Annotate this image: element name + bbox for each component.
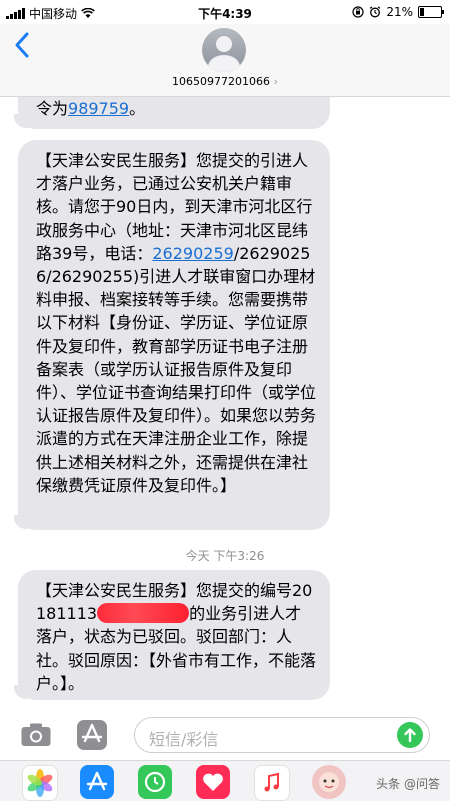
digital-touch-app-icon[interactable] (196, 765, 230, 799)
avatar-body (208, 55, 240, 72)
message-bubble[interactable]: 【天津公安民生服务】您提交的编号20181113 的业务引进人才落户，状态为已驳回… (18, 570, 330, 700)
status-bar: 中国移动 下午4:39 21% (0, 0, 450, 24)
app-store-icon[interactable] (76, 719, 108, 751)
music-app-icon[interactable] (254, 765, 290, 801)
heart-icon (203, 773, 223, 791)
app-store-drawer-icon[interactable] (80, 765, 114, 799)
message-timestamp: 今天 下午3:26 (185, 549, 265, 563)
sticker-app-icon[interactable] (312, 765, 346, 799)
photos-app-icon[interactable] (22, 765, 58, 801)
bubble-tail (14, 685, 28, 699)
camera-icon[interactable] (20, 722, 52, 748)
send-button[interactable] (397, 722, 423, 748)
contact-number: 10650977201066 (172, 75, 271, 88)
sticker-face-icon (319, 772, 339, 792)
message-bubble[interactable]: 【天津公安民生服务】您提交的引进人才落户业务，已通过公安机关户籍审核。请您于90… (18, 140, 330, 530)
alarm-icon (369, 6, 381, 18)
battery-level (420, 8, 424, 16)
app-store-icon (86, 771, 108, 791)
status-right: 21% (352, 5, 444, 19)
redaction-mark (97, 603, 190, 624)
message-text: /26290256/26290255)引进人才联审窗口办理材料申报、档案接转等手… (36, 243, 317, 495)
battery-icon (418, 6, 444, 18)
back-button[interactable] (10, 30, 36, 60)
phone-link[interactable]: 26290259 (152, 244, 233, 263)
clock-icon (144, 771, 166, 793)
orientation-lock-icon (352, 6, 364, 18)
message-text: 令为 (36, 99, 69, 118)
bubble-tail (14, 515, 28, 529)
message-text: 。 (129, 99, 146, 118)
avatar-head (216, 36, 232, 52)
header-foreground: 10650977201066 › (0, 24, 450, 96)
clock-app-icon[interactable] (138, 765, 172, 799)
contact-title[interactable]: 10650977201066 › (0, 75, 450, 88)
send-arrow-icon (404, 728, 416, 743)
music-note-icon (264, 772, 279, 792)
battery-percent: 21% (386, 5, 413, 19)
bubble-tail (14, 114, 28, 128)
photos-icon (27, 769, 53, 797)
message-placeholder: 短信/彩信 (149, 730, 219, 749)
contact-avatar[interactable] (202, 28, 246, 72)
message-input[interactable]: 短信/彩信 (134, 717, 430, 753)
watermark-text: 头条 @问答 (376, 777, 440, 791)
code-link[interactable]: 989759 (68, 99, 129, 118)
app-drawer: 头条 @问答 (0, 760, 450, 801)
chevron-right-icon: › (273, 75, 278, 88)
